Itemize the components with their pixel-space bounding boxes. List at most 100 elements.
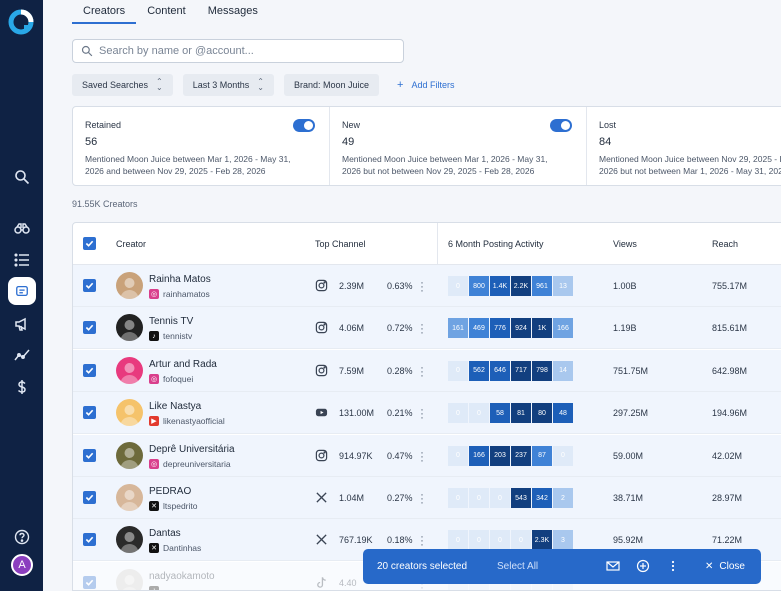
table-row[interactable]: PEDRAO ✕ ltspedrito 1.04M 0.27% · · · 0005…	[73, 477, 781, 519]
segment-toggle[interactable]	[293, 119, 315, 132]
activity-cell[interactable]: 0	[448, 276, 468, 296]
creator-name[interactable]: Artur and Rada	[149, 359, 217, 370]
creator-name[interactable]: nadyaokamoto	[149, 571, 215, 582]
activity-cell[interactable]: 81	[511, 403, 531, 424]
row-checkbox[interactable]	[83, 533, 96, 547]
activity-cell[interactable]: 166	[469, 445, 489, 466]
activity-cell[interactable]: 0	[490, 530, 510, 551]
avatar[interactable]	[116, 272, 143, 299]
activity-cell[interactable]: 342	[532, 488, 552, 508]
activity-cell[interactable]: 0	[469, 488, 489, 508]
add-circle-icon[interactable]	[636, 559, 650, 573]
activity-cell[interactable]: 543	[511, 488, 531, 508]
binoculars-icon[interactable]	[10, 216, 33, 239]
avatar[interactable]	[116, 314, 143, 342]
creator-name[interactable]: Rainha Matos	[149, 274, 211, 285]
more-vertical-icon[interactable]: ···	[420, 530, 424, 550]
saved-searches-select[interactable]: Saved Searches ⌃ ⌄	[72, 74, 173, 96]
avatar[interactable]	[116, 356, 143, 384]
activity-cell[interactable]: 161	[448, 318, 468, 339]
period-select[interactable]: Last 3 Months ⌃ ⌄	[182, 74, 274, 96]
activity-cell[interactable]: 717	[511, 360, 531, 381]
activity-cell[interactable]: 13	[553, 276, 573, 296]
more-vertical-icon[interactable]: ···	[420, 403, 424, 423]
activity-cell[interactable]: 203	[490, 445, 510, 466]
more-vertical-icon[interactable]: ···	[420, 488, 424, 508]
activity-cell[interactable]: 0	[469, 530, 489, 551]
avatar[interactable]	[116, 568, 143, 590]
user-avatar[interactable]: A	[11, 554, 33, 576]
avatar[interactable]	[116, 484, 143, 511]
more-vertical-icon[interactable]	[666, 559, 680, 573]
creators-nav-icon[interactable]	[8, 277, 36, 305]
mail-icon[interactable]	[606, 559, 620, 573]
avatar[interactable]	[116, 441, 143, 469]
dollar-icon[interactable]	[10, 375, 33, 398]
more-vertical-icon[interactable]: ···	[420, 318, 424, 338]
creator-name[interactable]: Dantas	[149, 528, 181, 539]
avatar[interactable]	[116, 399, 143, 427]
activity-cell[interactable]: 1.4K	[490, 276, 510, 296]
activity-cell[interactable]: 562	[469, 360, 489, 381]
brand-filter[interactable]: Brand: Moon Juice	[283, 74, 380, 96]
header-top-channel[interactable]: Top Channel	[315, 239, 366, 249]
activity-cell[interactable]: 0	[448, 488, 468, 508]
row-checkbox[interactable]	[83, 363, 96, 377]
activity-cell[interactable]: 0	[448, 530, 468, 551]
table-row[interactable]: Rainha Matos ◎ rainhamatos 2.39M 0.63% ·…	[73, 265, 781, 307]
more-vertical-icon[interactable]: ···	[420, 446, 424, 466]
activity-cell[interactable]: 2.3K	[532, 530, 552, 551]
activity-cell[interactable]: 0	[490, 488, 510, 508]
segment-card-lost[interactable]: Lost 84 Mentioned Moon Juice between Nov…	[587, 107, 781, 185]
activity-cell[interactable]: 0	[553, 445, 573, 466]
header-reach[interactable]: Reach	[712, 239, 738, 249]
activity-cell[interactable]: 80	[532, 403, 552, 424]
select-all-button[interactable]: Select All	[497, 561, 538, 572]
megaphone-icon[interactable]	[10, 312, 33, 335]
activity-cell[interactable]: 2.2K	[511, 276, 531, 296]
creator-name[interactable]: PEDRAO	[149, 486, 191, 497]
activity-cell[interactable]: 798	[532, 360, 552, 381]
tab-messages[interactable]: Messages	[197, 0, 269, 24]
search-icon[interactable]	[10, 165, 33, 188]
activity-cell[interactable]: 0	[448, 445, 468, 466]
activity-cell[interactable]: 961	[532, 276, 552, 296]
activity-cell[interactable]: 48	[553, 403, 573, 424]
more-vertical-icon[interactable]: ···	[420, 276, 424, 296]
creator-name[interactable]: Tennis TV	[149, 316, 193, 327]
row-checkbox[interactable]	[83, 491, 96, 504]
creator-name[interactable]: Like Nastya	[149, 401, 201, 412]
activity-cell[interactable]: 800	[469, 276, 489, 296]
row-checkbox[interactable]	[83, 279, 96, 292]
activity-cell[interactable]: 166	[553, 318, 573, 339]
activity-cell[interactable]: 0	[448, 403, 468, 424]
activity-cell[interactable]: 237	[511, 445, 531, 466]
table-row[interactable]: Artur and Rada ◎ fofoquei 7.59M 0.28% · ·…	[73, 349, 781, 392]
activity-cell[interactable]: 776	[490, 318, 510, 339]
segment-toggle[interactable]	[550, 119, 572, 132]
row-checkbox[interactable]	[83, 448, 96, 462]
tab-content[interactable]: Content	[136, 0, 197, 24]
activity-cell[interactable]: 0	[511, 530, 531, 551]
row-checkbox[interactable]	[83, 575, 96, 589]
activity-cell[interactable]: 646	[490, 360, 510, 381]
close-button[interactable]: ✕ Close	[705, 561, 745, 572]
activity-cell[interactable]: 2	[553, 488, 573, 508]
tab-creators[interactable]: Creators	[72, 0, 137, 24]
activity-cell[interactable]: 3	[553, 530, 573, 551]
activity-cell[interactable]: 0	[448, 360, 468, 381]
activity-cell[interactable]: 469	[469, 318, 489, 339]
table-row[interactable]: Like Nastya ▶ likenastyaofficial 131.00M…	[73, 392, 781, 435]
help-icon[interactable]	[10, 525, 33, 548]
list-icon[interactable]	[10, 248, 33, 271]
search-input[interactable]	[99, 45, 389, 57]
header-activity[interactable]: 6 Month Posting Activity	[448, 239, 544, 249]
more-vertical-icon[interactable]: ···	[420, 361, 424, 381]
creator-name[interactable]: Deprê Universitária	[149, 444, 235, 455]
analytics-icon[interactable]	[10, 343, 33, 366]
activity-cell[interactable]: 87	[532, 445, 552, 466]
row-checkbox[interactable]	[83, 321, 96, 335]
row-checkbox[interactable]	[83, 406, 96, 420]
segment-card-retained[interactable]: Retained 56 Mentioned Moon Juice between…	[73, 107, 330, 185]
activity-cell[interactable]: 924	[511, 318, 531, 339]
